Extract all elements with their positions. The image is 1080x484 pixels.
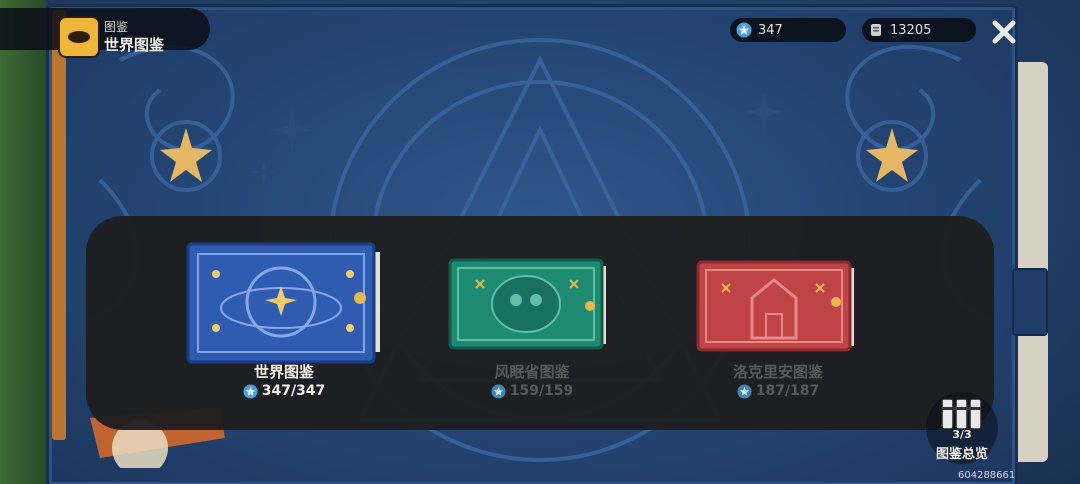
star-currency-value: 347 [758,22,783,38]
world-encyclopedia-progress: 347/347 [204,383,364,399]
luokelian-encyclopedia-progress: 187/187 [698,383,858,399]
close-icon[interactable] [990,18,1018,46]
star-badge-icon [243,383,258,399]
fengmian-encyclopedia-title: 风眠省图鉴 [494,363,570,381]
page-title: 世界图鉴 [104,36,165,54]
world-encyclopedia-title: 世界图鉴 [253,363,314,381]
books-stack-icon [941,398,982,430]
luokelian-encyclopedia-title: 洛克里安图鉴 [732,363,823,381]
page-header: 图鉴 世界图鉴 [0,8,210,58]
player-uid: 604288661 [958,470,1016,481]
header-category: 图鉴 [104,20,129,34]
fengmian-encyclopedia-progress: 159/159 [452,383,612,399]
star-badge-icon [491,383,506,399]
fengmian-encyclopedia-book[interactable] [448,256,610,352]
luokelian-encyclopedia-book[interactable] [696,258,858,354]
ticket-currency-value: 13205 [890,22,932,38]
star-currency-pill[interactable]: 347 [730,18,846,42]
star-badge-icon [737,383,752,399]
ticket-icon [871,24,881,36]
overview-count: 3/3 [952,428,972,441]
world-encyclopedia-book[interactable] [186,238,384,366]
star-badge-icon [736,22,752,38]
ticket-currency-pill[interactable]: 13205 [862,18,976,42]
overview-label[interactable]: 图鉴总览 [926,443,998,462]
encyclopedia-icon [58,16,100,58]
